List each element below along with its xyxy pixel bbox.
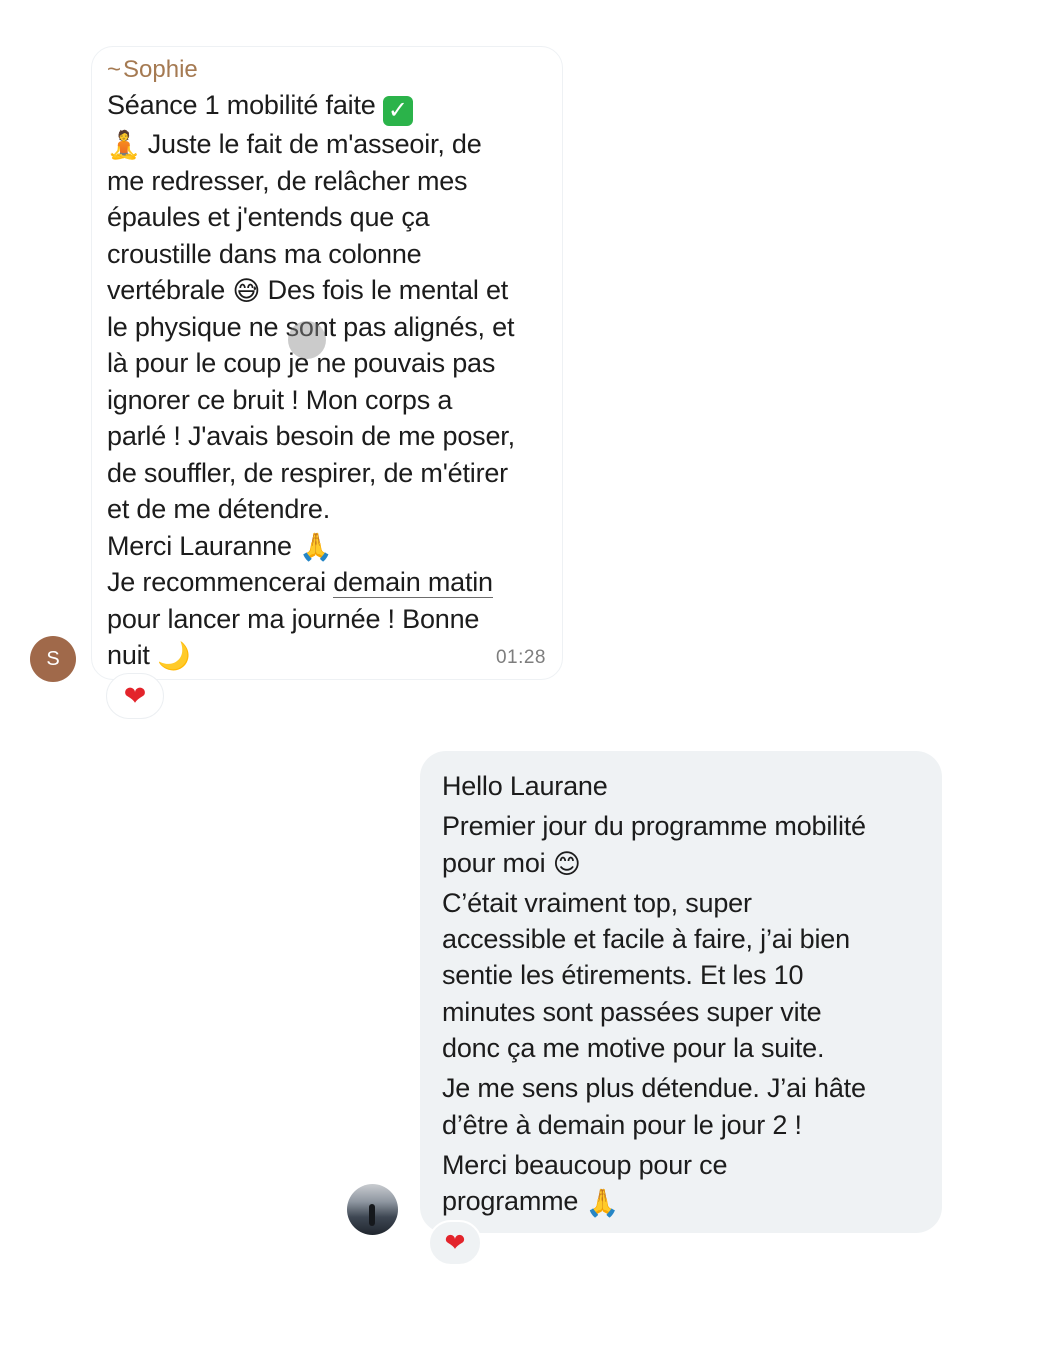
- smiling-face-icon: 😊: [552, 848, 581, 879]
- meditation-icon: 🧘: [107, 130, 141, 161]
- message-line: programme 🙏: [442, 1186, 620, 1218]
- message-line: sentie les étirements. Et les 10: [442, 960, 804, 991]
- sender-name[interactable]: ~Sophie: [107, 56, 198, 84]
- message-line: donc ça me motive pour la suite.: [442, 1033, 825, 1064]
- message-text: Hello Laurane Premier jour du programme …: [442, 768, 932, 1220]
- incoming-message-bubble[interactable]: ~Sophie Séance 1 mobilité faite ✓ 🧘 Just…: [91, 46, 563, 680]
- message-line: Je recommencerai demain matin: [107, 567, 493, 598]
- message-bubble[interactable]: Hello Laurane Premier jour du programme …: [420, 751, 942, 1233]
- message-line: accessible et facile à faire, j’ai bien: [442, 924, 850, 955]
- heart-reaction[interactable]: ❤: [106, 673, 164, 719]
- message-line: le physique ne sont pas alignés, et: [107, 311, 515, 342]
- message-timestamp: 01:28: [495, 647, 546, 668]
- message-line: minutes sont passées super vite: [442, 996, 822, 1027]
- message-line: là pour le coup je ne pouvais pas: [107, 348, 496, 378]
- heart-reaction[interactable]: ❤: [428, 1220, 482, 1266]
- avatar[interactable]: [347, 1184, 398, 1235]
- message-line: et de me détendre.: [107, 494, 331, 524]
- message-text: Séance 1 mobilité faite ✓ 🧘 Juste le fai…: [107, 87, 557, 674]
- message-line: de souffler, de respirer, de m'étirer: [107, 457, 508, 488]
- message-line: Merci beaucoup pour ce: [442, 1149, 728, 1180]
- sender-name-text: Sophie: [123, 56, 198, 83]
- message-line: nuit 🌙: [107, 640, 191, 672]
- message-line: Séance 1 mobilité faite ✓: [107, 87, 557, 126]
- message-line: me redresser, de relâcher mes: [107, 165, 468, 196]
- message-line: ignorer ce bruit ! Mon corps a: [107, 384, 453, 415]
- message-line: d’être à demain pour le jour 2 !: [442, 1109, 802, 1140]
- message-line: pour moi 😊: [442, 847, 581, 879]
- message-line: Merci Lauranne 🙏: [107, 530, 333, 562]
- praying-hands-icon: 🙏: [299, 531, 333, 562]
- message-line: vertébrale 😅 Des fois le mental et: [107, 275, 509, 307]
- message-line: épaules et j'entends que ça: [107, 202, 430, 232]
- touch-indicator: [288, 321, 326, 359]
- message-line: croustille dans ma colonne: [107, 238, 422, 269]
- praying-hands-icon: 🙏: [585, 1187, 620, 1218]
- message-line: Premier jour du programme mobilité: [442, 811, 866, 842]
- sweat-smile-icon: 😅: [232, 276, 261, 307]
- message-line: 🧘 Juste le fait de m'asseoir, de: [107, 129, 482, 161]
- date-link[interactable]: demain matin: [333, 567, 493, 598]
- sender-prefix: ~: [107, 56, 122, 83]
- message-line: Hello Laurane: [442, 771, 608, 801]
- heart-icon: ❤: [123, 681, 147, 711]
- heart-icon: ❤: [444, 1229, 466, 1257]
- moon-icon: 🌙: [157, 641, 191, 672]
- message-line: Je me sens plus détendue. J’ai hâte: [442, 1073, 866, 1104]
- person-silhouette-icon: [369, 1204, 375, 1226]
- message-line: C’était vraiment top, super: [442, 887, 752, 918]
- message-line: parlé ! J'avais besoin de me poser,: [107, 421, 515, 451]
- check-mark-icon: ✓: [382, 96, 413, 126]
- avatar[interactable]: S: [30, 636, 76, 682]
- message-line: pour lancer ma journée ! Bonne: [107, 603, 480, 634]
